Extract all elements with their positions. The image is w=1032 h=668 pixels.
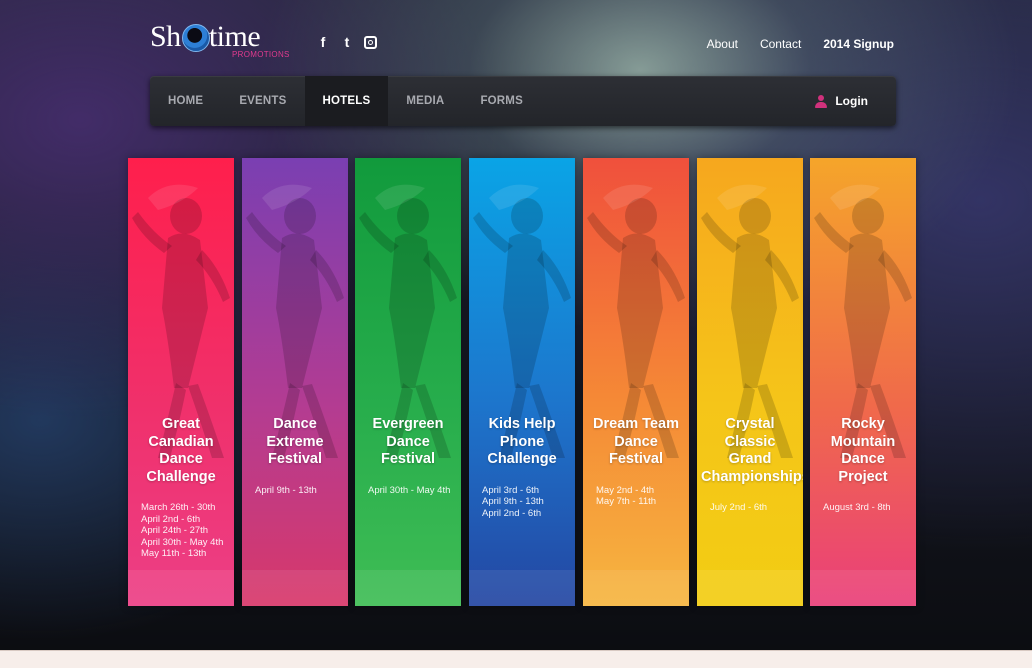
- panel-base: [128, 570, 234, 606]
- event-title-line: Crystal: [725, 416, 775, 432]
- event-title[interactable]: Kids Help Phone Challenge: [473, 416, 571, 469]
- event-date: May 7th - 11th: [596, 496, 657, 507]
- event-title-line: Dance: [386, 433, 430, 450]
- event-date: May 2nd - 4th: [596, 484, 655, 496]
- event-date: July 2nd - 6th: [710, 502, 768, 513]
- top-links: About Contact 2014 Signup: [707, 37, 894, 51]
- panel-base: [810, 570, 916, 606]
- event-dates: April 3rd - 6th April 9th - 13th April 2nd…: [469, 485, 575, 520]
- event-title-line: Dance: [159, 451, 203, 467]
- event-title-line: Grand: [728, 451, 772, 467]
- panel-base: [355, 570, 461, 606]
- event-panel[interactable]: Great Canadian Dance Challenge March 26th - …: [128, 158, 234, 606]
- event-title-line: Mountain: [830, 433, 896, 450]
- panel-base: [242, 570, 348, 606]
- footer-strip: [0, 650, 1032, 668]
- event-dates: May 2nd - 4th May 7th - 11th: [583, 485, 689, 508]
- panel-base: [469, 570, 575, 606]
- event-title[interactable]: Rocky Mountain Dance Project: [814, 416, 912, 486]
- dancer-photo: [469, 158, 575, 458]
- event-title-line: Dance: [273, 416, 317, 432]
- instagram-icon[interactable]: [364, 36, 377, 49]
- event-title-line: Dance: [614, 433, 658, 450]
- twitter-icon[interactable]: t: [340, 35, 354, 49]
- signup-link[interactable]: 2014 Signup: [823, 37, 894, 51]
- event-panel[interactable]: Evergreen Dance Festival April 30th - May 4…: [355, 158, 461, 606]
- event-dates: March 26th - 30th April 2nd - 6th April 24…: [128, 502, 234, 560]
- panel-base: [697, 570, 803, 606]
- event-title-line: Championships: [701, 468, 803, 485]
- user-icon: [815, 94, 828, 108]
- event-title-line: Evergreen: [372, 416, 444, 432]
- event-date: April 9th - 13th: [255, 484, 317, 496]
- event-date: April 2nd - 6th: [141, 513, 201, 525]
- event-title-line: Kids Help: [488, 416, 556, 432]
- event-title-line: Festival: [609, 451, 663, 467]
- event-date: April 30th - May 4th: [141, 536, 224, 548]
- event-title-line: Great: [162, 416, 200, 432]
- event-title-line: Challenge: [487, 451, 557, 467]
- event-title-line: Festival: [381, 451, 435, 467]
- event-dates: April 30th - May 4th: [355, 485, 461, 497]
- event-panel[interactable]: Dream Team Dance Festival May 2nd - 4th May …: [583, 158, 689, 606]
- event-title-line: Challenge: [146, 468, 216, 485]
- main-nav: HOME EVENTS HOTELS MEDIA FORMS Login: [150, 76, 896, 126]
- social-links: f t: [316, 35, 377, 49]
- event-title-line: Dance: [841, 451, 885, 467]
- dancer-photo: [355, 158, 461, 458]
- event-title-line: Dream Team: [593, 416, 679, 432]
- event-title[interactable]: Dream Team Dance Festival: [587, 416, 685, 469]
- dancer-photo: [128, 158, 234, 458]
- event-dates: April 9th - 13th: [242, 485, 348, 497]
- event-title-line: Classic: [724, 433, 776, 450]
- about-link[interactable]: About: [707, 37, 738, 51]
- event-title[interactable]: Crystal Classic Grand Championships: [701, 416, 803, 486]
- event-panel[interactable]: Kids Help Phone Challenge April 3rd - 6th Ap…: [469, 158, 575, 606]
- nav-home[interactable]: HOME: [150, 76, 221, 126]
- event-dates: August 3rd - 8th: [810, 502, 916, 514]
- facebook-icon[interactable]: f: [316, 35, 330, 49]
- event-panel[interactable]: Dance Extreme Festival April 9th - 13th: [242, 158, 348, 606]
- logo-eye-icon: [182, 24, 210, 52]
- event-title-line: Phone: [499, 433, 545, 450]
- event-dates: July 2nd - 6th: [697, 502, 803, 514]
- logo-subtitle: PROMOTIONS: [232, 50, 290, 59]
- event-panel[interactable]: Rocky Mountain Dance Project August 3rd - 8t…: [810, 158, 916, 606]
- login-button[interactable]: Login: [815, 76, 868, 126]
- dancer-photo: [697, 158, 803, 458]
- nav-forms[interactable]: FORMS: [462, 76, 541, 126]
- panel-base: [583, 570, 689, 606]
- event-title-line: Rocky: [841, 416, 885, 432]
- nav-events[interactable]: EVENTS: [221, 76, 304, 126]
- dancer-photo: [583, 158, 689, 458]
- login-label: Login: [835, 94, 868, 108]
- event-date: April 3rd - 6th: [482, 484, 540, 496]
- event-title-line: Project: [838, 468, 888, 485]
- nav-hotels[interactable]: HOTELS: [304, 76, 389, 126]
- event-title[interactable]: Great Canadian Dance Challenge: [132, 416, 230, 486]
- event-date: April 9th - 13th: [482, 496, 544, 507]
- dancer-photo: [242, 158, 348, 458]
- event-title-line: Festival: [268, 451, 322, 467]
- event-panel[interactable]: Crystal Classic Grand Championships July 2nd…: [697, 158, 803, 606]
- event-date: April 2nd - 6th: [482, 507, 542, 519]
- site-logo[interactable]: Sh wtime PROMOTIONS: [150, 20, 300, 64]
- event-title[interactable]: Dance Extreme Festival: [246, 416, 344, 469]
- event-date: May 11th - 13th: [141, 548, 207, 559]
- event-title-line: Extreme: [266, 433, 324, 450]
- event-date: April 30th - May 4th: [368, 484, 451, 496]
- event-date: March 26th - 30th: [141, 502, 216, 513]
- event-title-line: Canadian: [148, 433, 214, 450]
- event-title[interactable]: Evergreen Dance Festival: [359, 416, 457, 469]
- event-date: August 3rd - 8th: [823, 502, 891, 513]
- dancer-photo: [810, 158, 916, 458]
- event-date: April 24th - 27th: [141, 525, 209, 536]
- contact-link[interactable]: Contact: [760, 37, 801, 51]
- nav-media[interactable]: MEDIA: [388, 76, 462, 126]
